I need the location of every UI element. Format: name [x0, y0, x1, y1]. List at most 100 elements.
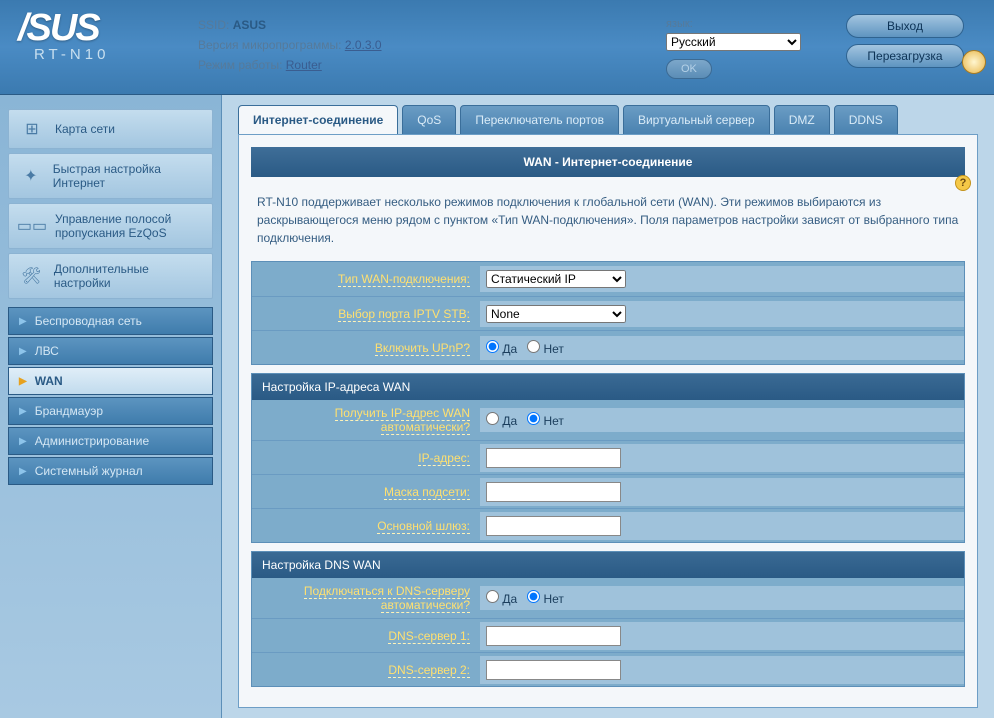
panel: WAN - Интернет-соединение ? RT-N10 подде…: [238, 134, 978, 708]
sidebar-main-label: Управление полосой пропускания EzQoS: [55, 212, 202, 240]
radio-no[interactable]: Нет: [527, 414, 564, 428]
tab[interactable]: Переключатель портов: [460, 105, 619, 135]
sidebar-sub-item[interactable]: ▶ ЛВС: [8, 337, 213, 365]
header-buttons: Выход Перезагрузка: [846, 8, 976, 74]
sidebar-icon: ✦: [19, 165, 43, 187]
text-input[interactable]: [486, 482, 621, 502]
lang-select[interactable]: Русский: [666, 33, 801, 51]
form-row: Подключаться к DNS-серверу автоматически…: [252, 578, 964, 618]
select-input[interactable]: Статический IP: [486, 270, 626, 288]
form-control: [480, 512, 964, 540]
avatar-icon: [962, 50, 986, 74]
tabs: Интернет-соединениеQoSПереключатель порт…: [238, 105, 978, 135]
sidebar-main-label: Карта сети: [55, 122, 115, 136]
content: Интернет-соединениеQoSПереключатель порт…: [222, 95, 994, 718]
tab[interactable]: DDNS: [834, 105, 898, 135]
panel-title: WAN - Интернет-соединение: [251, 147, 965, 177]
form-control: Да Нет: [480, 586, 964, 610]
sidebar-sub-label: ЛВС: [35, 344, 59, 358]
sidebar-main-item[interactable]: ⊞ Карта сети: [8, 109, 213, 149]
sidebar-icon: 🛠: [19, 265, 44, 287]
logout-button[interactable]: Выход: [846, 14, 964, 38]
arrow-icon: ▶: [19, 436, 27, 447]
sidebar-main-item[interactable]: ▭▭ Управление полосой пропускания EzQoS: [8, 203, 213, 249]
sidebar-sub-item[interactable]: ▶ WAN: [8, 367, 213, 395]
sidebar-sub-label: Системный журнал: [35, 464, 143, 478]
sidebar: ⊞ Карта сети ✦ Быстрая настройка Интернет ▭▭…: [0, 95, 222, 718]
select-input[interactable]: None: [486, 305, 626, 323]
form-row: Основной шлюз:: [252, 508, 964, 542]
fw-label: Версия микропрограммы:: [198, 38, 341, 52]
form-ip-section: Настройка IP-адреса WAN Получить IP-адре…: [251, 373, 965, 543]
radio-no[interactable]: Нет: [527, 342, 564, 356]
radio-yes[interactable]: Да: [486, 342, 517, 356]
form-dns-section: Настройка DNS WAN Подключаться к DNS-сер…: [251, 551, 965, 687]
ssid-label: SSID:: [198, 18, 229, 32]
sidebar-sub-item[interactable]: ▶ Брандмауэр: [8, 397, 213, 425]
sidebar-icon: ▭▭: [19, 215, 45, 237]
form-label: Подключаться к DNS-серверу автоматически…: [252, 578, 480, 618]
form-row: DNS-сервер 1:: [252, 618, 964, 652]
sidebar-main-item[interactable]: ✦ Быстрая настройка Интернет: [8, 153, 213, 199]
sidebar-icon: ⊞: [19, 118, 45, 140]
form-control: None: [480, 301, 964, 327]
form-control: [480, 656, 964, 684]
form-row: DNS-сервер 2:: [252, 652, 964, 686]
arrow-icon: ▶: [19, 316, 27, 327]
text-input[interactable]: [486, 660, 621, 680]
arrow-icon: ▶: [19, 466, 27, 477]
form-row: Тип WAN-подключения: Статический IP: [252, 262, 964, 296]
sidebar-sub-item[interactable]: ▶ Системный журнал: [8, 457, 213, 485]
text-input[interactable]: [486, 626, 621, 646]
form-top-section: Тип WAN-подключения: Статический IP Выбор …: [251, 261, 965, 365]
fw-link[interactable]: 2.0.3.0: [345, 38, 382, 52]
form-label: Маска подсети:: [252, 479, 480, 505]
sidebar-sub-item[interactable]: ▶ Администрирование: [8, 427, 213, 455]
ssid-value: ASUS: [233, 18, 266, 32]
tab[interactable]: QoS: [402, 105, 456, 135]
form-label: Тип WAN-подключения:: [252, 266, 480, 292]
ip-section-title: Настройка IP-адреса WAN: [252, 374, 964, 400]
radio-yes[interactable]: Да: [486, 592, 517, 606]
sidebar-sub-item[interactable]: ▶Беспроводная сеть: [8, 307, 213, 335]
reboot-button[interactable]: Перезагрузка: [846, 44, 964, 68]
form-control: [480, 444, 964, 472]
form-label: Получить IP-адрес WAN автоматически?: [252, 400, 480, 440]
form-control: Да Нет: [480, 336, 964, 360]
arrow-icon: ▶: [19, 406, 27, 417]
form-row: Выбор порта IPTV STB: None: [252, 296, 964, 330]
form-control: [480, 478, 964, 506]
tab[interactable]: Интернет-соединение: [238, 105, 398, 135]
radio-yes[interactable]: Да: [486, 414, 517, 428]
tab[interactable]: DMZ: [774, 105, 830, 135]
logo-block: /SUS RT-N10: [18, 8, 198, 63]
form-label: DNS-сервер 1:: [252, 623, 480, 649]
form-row: Маска подсети:: [252, 474, 964, 508]
brand-logo: /SUS: [18, 12, 198, 44]
help-icon[interactable]: ?: [955, 175, 971, 191]
form-control: [480, 622, 964, 650]
mode-label: Режим работы:: [198, 58, 282, 72]
radio-no[interactable]: Нет: [527, 592, 564, 606]
sidebar-sub-label: Администрирование: [35, 434, 149, 448]
panel-desc: RT-N10 поддерживает несколько режимов по…: [251, 185, 965, 261]
tab[interactable]: Виртуальный сервер: [623, 105, 770, 135]
arrow-icon: ▶: [19, 346, 27, 357]
text-input[interactable]: [486, 516, 621, 536]
mode-link[interactable]: Router: [286, 58, 322, 72]
text-input[interactable]: [486, 448, 621, 468]
form-row: Получить IP-адрес WAN автоматически? Да …: [252, 400, 964, 440]
form-label: Выбор порта IPTV STB:: [252, 301, 480, 327]
form-label: DNS-сервер 2:: [252, 657, 480, 683]
form-label: IP-адрес:: [252, 445, 480, 471]
model-label: RT-N10: [34, 46, 198, 63]
sidebar-main-item[interactable]: 🛠 Дополнительные настройки: [8, 253, 213, 299]
lang-ok-button[interactable]: OK: [666, 59, 712, 79]
sidebar-main-label: Дополнительные настройки: [54, 262, 202, 290]
form-control: Статический IP: [480, 266, 964, 292]
sidebar-sub-label: Брандмауэр: [35, 404, 103, 418]
form-label: Включить UPnP?: [252, 335, 480, 361]
arrow-icon: ▶: [19, 376, 27, 387]
sidebar-main-label: Быстрая настройка Интернет: [53, 162, 202, 190]
sidebar-sub-label: WAN: [35, 374, 63, 388]
